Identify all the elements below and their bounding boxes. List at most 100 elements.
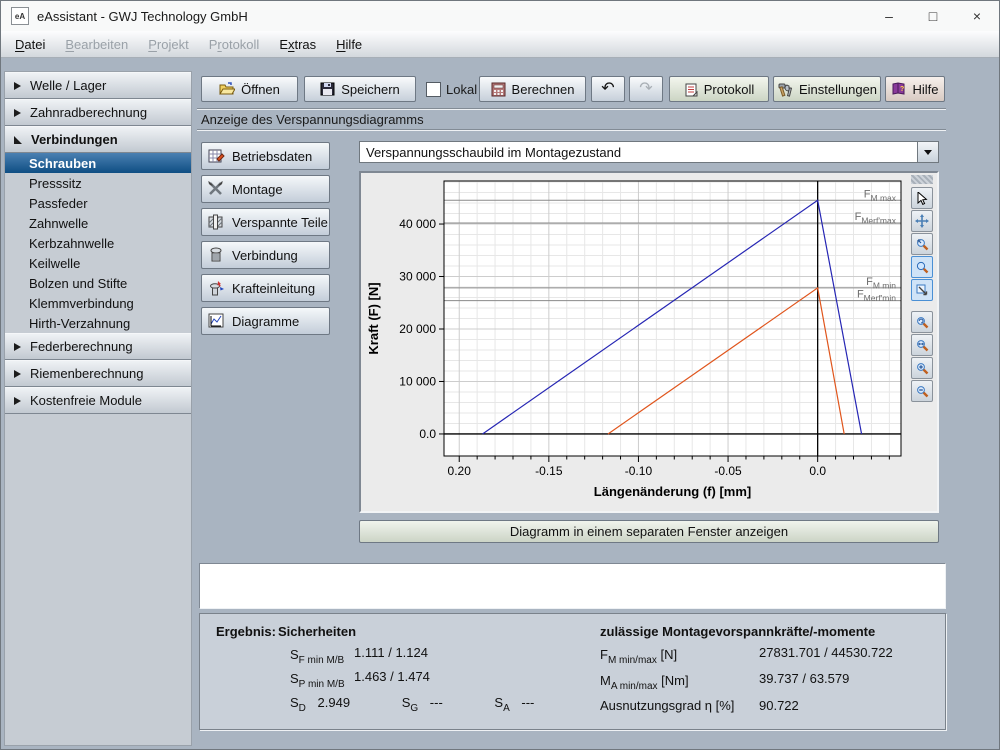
floppy-disk-icon: [320, 82, 335, 96]
sidebar-section-zahnradberechnung[interactable]: Zahnradberechnung: [5, 99, 191, 126]
undo-icon: ↶: [601, 81, 614, 97]
save-button-label: Speichern: [341, 82, 400, 97]
sidebar-section-label: Federberechnung: [30, 339, 133, 354]
sidebar-section-verbindungen[interactable]: Verbindungen: [5, 126, 191, 153]
chart-icon: [208, 313, 225, 329]
open-button-label: Öffnen: [241, 82, 280, 97]
local-checkbox-label: Lokal: [446, 82, 477, 97]
dropdown-button[interactable]: [917, 142, 938, 162]
force-application-button[interactable]: Krafteinleitung: [201, 274, 330, 302]
open-diagram-window-button[interactable]: Diagramm in einem separaten Fenster anze…: [359, 520, 939, 543]
divider: [197, 129, 946, 131]
operating-data-icon: [208, 148, 225, 164]
help-button[interactable]: ? Hilfe: [885, 76, 945, 102]
menu-bearbeiten[interactable]: Bearbeiten: [55, 34, 138, 55]
divider: [197, 108, 946, 110]
minimize-icon[interactable]: –: [867, 1, 911, 31]
local-checkbox[interactable]: [426, 82, 441, 97]
clamped-parts-label: Verspannte Teile: [232, 215, 328, 230]
menu-bar: Datei Bearbeiten Projekt Protokoll Extra…: [1, 31, 999, 58]
zoom-window-button[interactable]: [911, 233, 933, 255]
menu-protokoll[interactable]: Protokoll: [199, 34, 270, 55]
menu-datei[interactable]: Datei: [5, 34, 55, 55]
sidebar-item-presssitz[interactable]: Presssitz: [5, 173, 191, 193]
safety-row-value: 1.463 / 1.474: [354, 669, 430, 684]
joint-diagram[interactable]: FM maxFMerf'maxFM minFMerf'min0.20-0.15-…: [361, 173, 907, 511]
assembly-button[interactable]: Montage: [201, 175, 330, 203]
bolt-icon: [208, 247, 225, 263]
menu-hilfe[interactable]: Hilfe: [326, 34, 372, 55]
chevron-down-icon: [924, 150, 932, 155]
scale-axes-button[interactable]: [911, 279, 933, 301]
clamped-parts-button[interactable]: Verspannte Teile: [201, 208, 330, 236]
sidebar-item-kerbzahnwelle[interactable]: Kerbzahnwelle: [5, 233, 191, 253]
sidebar-section-welle-lager[interactable]: Welle / Lager: [5, 72, 191, 99]
sidebar-section-label: Riemenberechnung: [30, 366, 143, 381]
zoom-drag-button[interactable]: [911, 256, 933, 278]
sidebar-section-federberechnung[interactable]: Federberechnung: [5, 333, 191, 360]
svg-text:-0.15: -0.15: [535, 464, 563, 478]
assembly-row-value: 90.722: [759, 698, 799, 713]
pointer-select-button[interactable]: [911, 187, 933, 209]
protocol-button-label: Protokoll: [704, 82, 755, 97]
svg-text:20 000: 20 000: [399, 322, 436, 336]
magnifier-undo-icon: [916, 316, 929, 329]
safety-row: SP min M/B: [290, 671, 345, 690]
maximize-icon[interactable]: □: [911, 1, 955, 31]
assembly-row-label: FM min/max [N]: [600, 647, 677, 666]
sidebar-section-kostenfreie-module[interactable]: Kostenfreie Module: [5, 387, 191, 414]
zoom-fit-button[interactable]: [911, 334, 933, 356]
operating-data-button[interactable]: Betriebsdaten: [201, 142, 330, 170]
menu-projekt[interactable]: Projekt: [138, 34, 198, 55]
menu-extras[interactable]: Extras: [269, 34, 326, 55]
protocol-button[interactable]: Protokoll: [669, 76, 769, 102]
settings-button-label: Einstellungen: [799, 82, 877, 97]
diagonal-resize-icon: [916, 284, 929, 297]
cursor-arrow-icon: [916, 192, 928, 205]
diagrams-button[interactable]: Diagramme: [201, 307, 330, 335]
sidebar-item-keilwelle[interactable]: Keilwelle: [5, 253, 191, 273]
sidebar-item-bolzen-und-stifte[interactable]: Bolzen und Stifte: [5, 273, 191, 293]
sidebar-section-riemenberechnung[interactable]: Riemenberechnung: [5, 360, 191, 387]
pan-button[interactable]: [911, 210, 933, 232]
message-box[interactable]: [199, 563, 946, 609]
svg-text:-0.05: -0.05: [714, 464, 742, 478]
zoom-out-button[interactable]: [911, 380, 933, 402]
toolbar-drag-handle[interactable]: [911, 175, 933, 184]
sidebar-item-passfeder[interactable]: Passfeder: [5, 193, 191, 213]
svg-text:0.0: 0.0: [809, 464, 826, 478]
chart-toolbar: [909, 175, 935, 402]
diagrams-label: Diagramme: [232, 314, 299, 329]
sidebar-section-label: Zahnradberechnung: [30, 105, 147, 120]
settings-button[interactable]: Einstellungen: [773, 76, 881, 102]
wrench-tools-icon: [208, 181, 225, 197]
diagram-select-value: Verspannungsschaubild im Montagezustand: [360, 142, 917, 162]
undo-button[interactable]: ↶: [591, 76, 625, 102]
zoom-in-button[interactable]: [911, 357, 933, 379]
svg-text:0.20: 0.20: [448, 464, 472, 478]
svg-text:?: ?: [900, 86, 904, 93]
sidebar-item-hirth-verzahnung[interactable]: Hirth-Verzahnung: [5, 313, 191, 333]
sidebar-item-klemmverbindung[interactable]: Klemmverbindung: [5, 293, 191, 313]
sidebar-item-schrauben[interactable]: Schrauben: [5, 153, 191, 173]
force-application-label: Krafteinleitung: [232, 281, 315, 296]
redo-button[interactable]: ↷: [629, 76, 663, 102]
help-button-label: Hilfe: [912, 82, 938, 97]
sidebar-item-zahnwelle[interactable]: Zahnwelle: [5, 213, 191, 233]
app-window: eA eAssistant - GWJ Technology GmbH – □ …: [0, 0, 1000, 750]
magnifier-icon: [916, 261, 929, 274]
save-button[interactable]: Speichern: [304, 76, 416, 102]
chevron-right-icon: [14, 370, 21, 378]
zoom-undo-button[interactable]: [911, 311, 933, 333]
move-arrows-icon: [915, 214, 929, 228]
calculate-button[interactable]: Berechnen: [479, 76, 586, 102]
chevron-right-icon: [14, 82, 21, 90]
status-text: Anzeige des Verspannungsdiagramms: [201, 112, 424, 127]
calculate-button-label: Berechnen: [512, 82, 575, 97]
diagram-select[interactable]: Verspannungsschaubild im Montagezustand: [359, 141, 939, 163]
open-button[interactable]: Öffnen: [201, 76, 298, 102]
connection-button[interactable]: Verbindung: [201, 241, 330, 269]
magnifier-fit-icon: [916, 339, 929, 352]
svg-text:Kraft (F) [N]: Kraft (F) [N]: [366, 282, 381, 354]
close-icon[interactable]: ×: [955, 1, 999, 31]
